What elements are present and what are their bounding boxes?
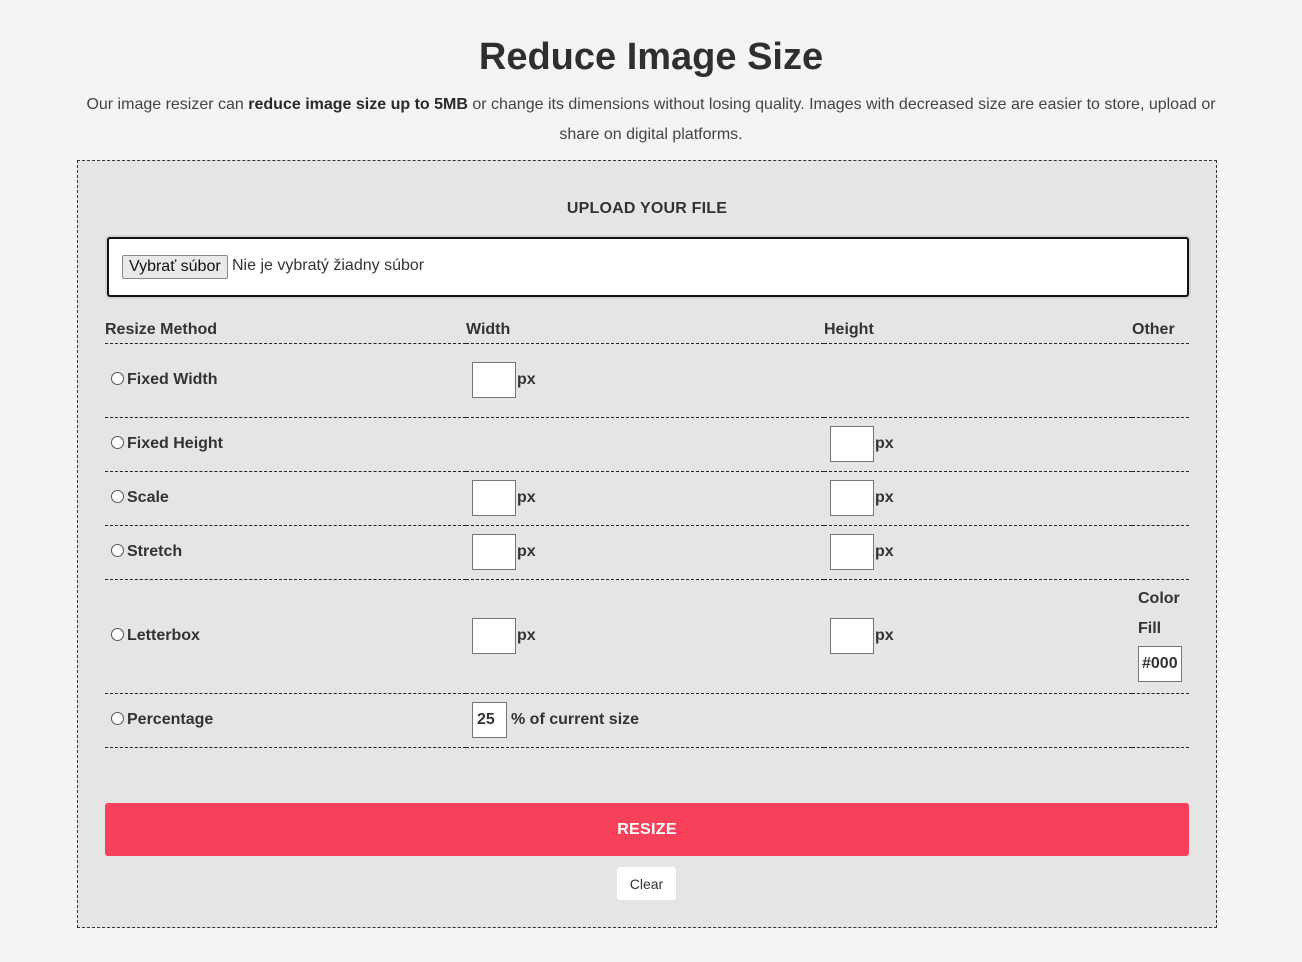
- width-cell: px: [466, 471, 824, 526]
- percentage-cell: % of current size: [466, 693, 1189, 748]
- file-status: Nie je vybratý žiadny súbor: [232, 257, 425, 274]
- row-fixed-height: Fixed Height px: [105, 417, 1189, 472]
- header-resize-method: Resize Method: [105, 315, 466, 344]
- letterbox-height-input[interactable]: [830, 618, 874, 654]
- px-unit: px: [875, 489, 894, 506]
- method-cell: Stretch: [105, 525, 466, 580]
- clear-button[interactable]: Clear: [617, 867, 676, 900]
- other-cell: [1132, 471, 1189, 526]
- fixed-width-width-input[interactable]: [472, 362, 516, 398]
- other-cell: [1132, 525, 1189, 580]
- intro-bold: reduce image size up to 5MB: [248, 96, 468, 113]
- row-scale: Scale px px: [105, 471, 1189, 526]
- intro-suffix: or change its dimensions without losing …: [467, 96, 1216, 143]
- other-cell: Color Fill: [1132, 579, 1189, 694]
- header-other: Other: [1132, 315, 1189, 344]
- method-cell: Scale: [105, 471, 466, 526]
- file-input[interactable]: Vybrať súbor Nie je vybratý žiadny súbor: [107, 237, 1189, 297]
- percentage-input[interactable]: [472, 702, 507, 738]
- px-unit: px: [875, 435, 894, 452]
- scale-radio[interactable]: [111, 489, 124, 503]
- row-letterbox: Letterbox px px Color Fill: [105, 579, 1189, 694]
- height-cell: [824, 343, 1132, 418]
- letterbox-label: Letterbox: [127, 626, 200, 644]
- method-cell: Fixed Width: [105, 343, 466, 418]
- fixed-height-label: Fixed Height: [127, 434, 224, 452]
- color-fill-input[interactable]: [1138, 646, 1182, 682]
- scale-width-input[interactable]: [472, 480, 516, 516]
- scale-height-input[interactable]: [830, 480, 874, 516]
- intro-text: Our image resizer can reduce image size …: [78, 90, 1224, 150]
- stretch-radio[interactable]: [111, 543, 124, 557]
- stretch-label: Stretch: [127, 542, 183, 560]
- height-cell: px: [824, 525, 1132, 580]
- row-stretch: Stretch px px: [105, 525, 1189, 580]
- scale-label: Scale: [127, 488, 169, 506]
- width-cell: [466, 417, 824, 472]
- header-width: Width: [466, 315, 824, 344]
- fixed-width-radio[interactable]: [111, 371, 124, 385]
- px-unit: px: [875, 543, 894, 560]
- method-cell: Letterbox: [105, 579, 466, 694]
- other-cell: [1132, 343, 1189, 418]
- height-cell: px: [824, 579, 1132, 694]
- fixed-width-label: Fixed Width: [127, 370, 218, 388]
- width-cell: px: [466, 579, 824, 694]
- height-cell: px: [824, 471, 1132, 526]
- letterbox-radio[interactable]: [111, 627, 124, 641]
- fixed-height-radio[interactable]: [111, 435, 124, 449]
- color-fill-label: Color Fill: [1138, 590, 1180, 637]
- page-title: Reduce Image Size: [478, 36, 824, 78]
- resize-panel: UPLOAD YOUR FILE Vybrať súbor Nie je vyb…: [77, 160, 1217, 928]
- height-cell: px: [824, 417, 1132, 472]
- row-percentage: Percentage % of current size: [105, 693, 1189, 748]
- resize-options-table: Resize Method Width Height Other Fixed W…: [105, 315, 1189, 748]
- method-cell: Percentage: [105, 693, 466, 748]
- stretch-width-input[interactable]: [472, 534, 516, 570]
- percentage-label: Percentage: [127, 710, 214, 728]
- upload-heading: UPLOAD YOUR FILE: [566, 200, 728, 217]
- width-cell: px: [466, 343, 824, 418]
- px-unit: px: [517, 543, 536, 560]
- px-unit: px: [517, 489, 536, 506]
- letterbox-width-input[interactable]: [472, 618, 516, 654]
- choose-file-button[interactable]: Vybrať súbor: [122, 255, 228, 279]
- px-unit: px: [517, 371, 536, 388]
- resize-button[interactable]: RESIZE: [105, 803, 1189, 856]
- percentage-suffix: % of current size: [511, 711, 640, 728]
- header-height: Height: [824, 315, 1132, 344]
- stretch-height-input[interactable]: [830, 534, 874, 570]
- px-unit: px: [875, 627, 894, 644]
- fixed-height-height-input[interactable]: [830, 426, 874, 462]
- width-cell: px: [466, 525, 824, 580]
- percentage-radio[interactable]: [111, 711, 124, 725]
- method-cell: Fixed Height: [105, 417, 466, 472]
- row-fixed-width: Fixed Width px: [105, 343, 1189, 418]
- other-cell: [1132, 417, 1189, 472]
- px-unit: px: [517, 627, 536, 644]
- intro-prefix: Our image resizer can: [86, 96, 249, 113]
